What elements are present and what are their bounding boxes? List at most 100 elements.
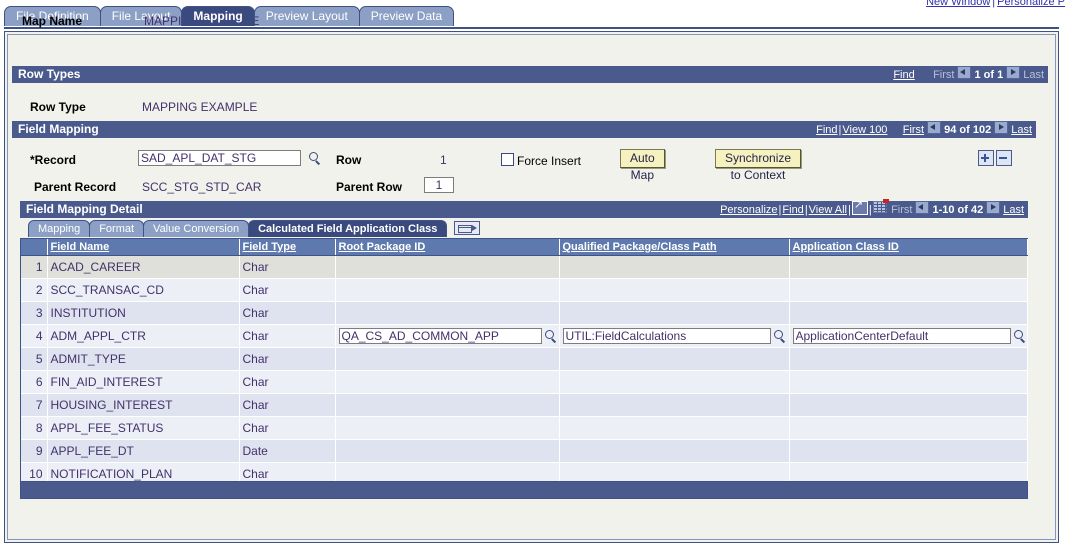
table-row: 9 APPL_FEE_DT Date bbox=[21, 439, 1028, 463]
cell-field-name: HOUSING_INTEREST bbox=[47, 393, 240, 417]
detail-next-button[interactable] bbox=[986, 201, 1001, 214]
qualified-path-lookup-icon[interactable] bbox=[773, 329, 786, 343]
detail-sub-tabs: Mapping Format Value Conversion Calculat… bbox=[28, 220, 1018, 238]
spreadsheet-icon[interactable] bbox=[872, 199, 889, 214]
cell-qualified-path bbox=[559, 370, 790, 394]
row-types-prev-button[interactable] bbox=[957, 66, 972, 79]
row-number: 4 bbox=[21, 324, 48, 348]
detail-find-link[interactable]: Find bbox=[782, 204, 803, 216]
detail-last-link[interactable]: Last bbox=[1003, 204, 1024, 216]
cell-root-package-id bbox=[335, 347, 560, 371]
field-mapping-prev-button[interactable] bbox=[927, 121, 942, 134]
subtab-format[interactable]: Format bbox=[89, 220, 145, 237]
cell-root-package-id bbox=[335, 324, 560, 348]
field-mapping-detail-grid: Field Name Field Type Root Package ID Qu… bbox=[20, 238, 1028, 486]
field-mapping-next-button[interactable] bbox=[994, 121, 1009, 134]
cell-root-package-id bbox=[335, 301, 560, 325]
next-tabs-icon[interactable] bbox=[454, 221, 481, 235]
map-name-row: Map Name MAPPING EXAMPLE bbox=[14, 14, 1024, 32]
row-type-value: MAPPING EXAMPLE bbox=[142, 100, 258, 114]
cell-field-name: ACAD_CAREER bbox=[47, 255, 240, 279]
row-number: 8 bbox=[21, 416, 48, 440]
column-header-field-type[interactable]: Field Type bbox=[239, 239, 336, 256]
cell-qualified-path bbox=[559, 347, 790, 371]
table-row: 4 ADM_APPL_CTR Char bbox=[21, 324, 1028, 348]
root-package-id-lookup-icon[interactable] bbox=[544, 329, 557, 343]
column-header-application-class-id[interactable]: Application Class ID bbox=[789, 239, 1028, 256]
field-mapping-first-link[interactable]: First bbox=[903, 124, 924, 136]
cell-root-package-id bbox=[335, 255, 560, 279]
row-value: 1 bbox=[440, 153, 447, 167]
row-types-counter: 1 of 1 bbox=[974, 69, 1004, 81]
cell-application-class-id bbox=[789, 416, 1028, 440]
table-row: 7 HOUSING_INTEREST Char bbox=[21, 393, 1028, 417]
row-number: 3 bbox=[21, 301, 48, 325]
tab-mapping[interactable]: Mapping bbox=[181, 6, 255, 26]
column-header-field-name[interactable]: Field Name bbox=[47, 239, 240, 256]
column-header-root-package-id[interactable]: Root Package ID bbox=[335, 239, 560, 256]
add-row-button[interactable] bbox=[978, 150, 994, 166]
grid-footer-bar bbox=[20, 481, 1028, 499]
row-types-next-button[interactable] bbox=[1006, 66, 1021, 79]
row-action-buttons bbox=[976, 150, 1012, 166]
personalize-link[interactable]: Personalize bbox=[720, 204, 777, 216]
row-types-title: Row Types bbox=[18, 67, 81, 81]
auto-map-button[interactable]: Auto Map bbox=[620, 149, 665, 182]
cell-field-type: Char bbox=[239, 416, 336, 440]
cell-qualified-path bbox=[559, 416, 790, 440]
cell-root-package-id bbox=[335, 278, 560, 302]
subtab-calculated-field-application-class[interactable]: Calculated Field Application Class bbox=[248, 220, 448, 237]
cell-application-class-id bbox=[789, 255, 1028, 279]
field-mapping-nav: Find|View 100 First 94 of 102 Last bbox=[816, 121, 1032, 138]
force-insert-checkbox[interactable] bbox=[501, 153, 514, 166]
subtab-value-conversion[interactable]: Value Conversion bbox=[143, 220, 250, 237]
application-class-id-input[interactable] bbox=[792, 328, 1011, 344]
cell-application-class-id bbox=[789, 370, 1028, 394]
detail-prev-button[interactable] bbox=[915, 201, 930, 214]
cell-application-class-id bbox=[789, 439, 1028, 463]
cell-field-type: Char bbox=[239, 278, 336, 302]
parent-row-input[interactable] bbox=[424, 177, 454, 193]
cell-field-name: SCC_TRANSAC_CD bbox=[47, 278, 240, 302]
column-header-rownum bbox=[21, 239, 48, 256]
field-mapping-detail-header: Field Mapping Detail Personalize|Find|Vi… bbox=[20, 199, 1028, 218]
detail-counter: 1-10 of 42 bbox=[932, 204, 984, 216]
row-types-last-label: Last bbox=[1023, 69, 1044, 81]
table-row: 8 APPL_FEE_STATUS Char bbox=[21, 416, 1028, 440]
cell-qualified-path bbox=[559, 255, 790, 279]
field-mapping-last-link[interactable]: Last bbox=[1011, 124, 1032, 136]
subtab-mapping[interactable]: Mapping bbox=[28, 220, 91, 237]
record-lookup-icon[interactable] bbox=[308, 151, 321, 165]
field-mapping-detail-nav: Personalize|Find|View All|| First1-10 of… bbox=[720, 199, 1024, 218]
record-label: *Record bbox=[30, 153, 77, 167]
column-header-qualified-package-class-path[interactable]: Qualified Package/Class Path bbox=[559, 239, 790, 256]
row-number: 1 bbox=[21, 255, 48, 279]
expand-icon[interactable] bbox=[851, 199, 868, 215]
view-all-link[interactable]: View All bbox=[809, 204, 847, 216]
delete-row-button[interactable] bbox=[996, 150, 1012, 166]
cell-field-name: INSTITUTION bbox=[47, 301, 240, 325]
cell-application-class-id bbox=[789, 393, 1028, 417]
cell-field-type: Char bbox=[239, 347, 336, 371]
synchronize-to-context-button[interactable]: Synchronize to Context bbox=[715, 149, 802, 182]
row-types-header: Row Types Find First 1 of 1 Last bbox=[12, 66, 1048, 83]
table-row: 1 ACAD_CAREER Char bbox=[21, 255, 1028, 279]
application-class-id-lookup-icon[interactable] bbox=[1013, 329, 1026, 343]
cell-field-type: Char bbox=[239, 324, 336, 348]
row-label: Row bbox=[336, 153, 362, 167]
record-input[interactable] bbox=[138, 150, 301, 166]
cell-application-class-id bbox=[789, 278, 1028, 302]
field-mapping-view100-link[interactable]: View 100 bbox=[842, 124, 887, 136]
row-type-label: Row Type bbox=[30, 100, 86, 114]
row-types-find-link[interactable]: Find bbox=[893, 69, 914, 81]
field-mapping-counter: 94 of 102 bbox=[944, 124, 992, 136]
cell-field-name: ADMIT_TYPE bbox=[47, 347, 240, 371]
map-name-label: Map Name bbox=[22, 14, 83, 28]
row-number: 2 bbox=[21, 278, 48, 302]
root-package-id-input[interactable] bbox=[338, 328, 542, 344]
cell-root-package-id bbox=[335, 439, 560, 463]
cell-qualified-path bbox=[559, 278, 790, 302]
qualified-path-input[interactable] bbox=[562, 328, 771, 344]
field-mapping-find-link[interactable]: Find bbox=[816, 124, 837, 136]
parent-record-value: SCC_STG_STD_CAR bbox=[142, 180, 262, 194]
